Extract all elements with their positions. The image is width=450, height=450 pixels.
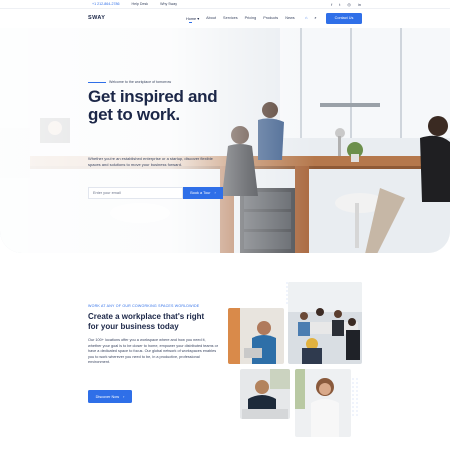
social-links: f t ◎ in <box>331 2 361 7</box>
photo-team-meeting <box>288 282 362 364</box>
arrow-right-icon: › <box>123 394 125 399</box>
photo-woman-smiling <box>295 369 351 437</box>
top-utility-bar: +1 212-864-2786 Help Desk Why Sway f t ◎… <box>0 0 450 9</box>
nav-item-products[interactable]: Products <box>263 16 278 21</box>
twitter-icon[interactable]: t <box>339 2 340 7</box>
photo-man-laptop <box>228 308 284 364</box>
why-sway-link[interactable]: Why Sway <box>160 2 177 6</box>
nav-item-pricing[interactable]: Pricing <box>245 16 257 21</box>
email-input[interactable]: Enter your email <box>88 187 183 199</box>
linkedin-icon[interactable]: in <box>358 2 361 7</box>
nav-item-home[interactable]: Home ▾ <box>186 16 200 24</box>
logo[interactable]: SWAY <box>88 15 105 21</box>
book-a-tour-label: Book a Tour <box>190 191 211 195</box>
chevron-down-icon: ▾ <box>197 17 200 21</box>
book-a-tour-button[interactable]: Book a Tour › <box>183 187 223 199</box>
hero-title: Get inspired and get to work. <box>88 87 218 124</box>
phone-link[interactable]: +1 212-864-2786 <box>92 2 119 6</box>
help-desk-link[interactable]: Help Desk <box>131 2 148 6</box>
section-body: Our 100+ locations offer you a workspace… <box>88 338 219 365</box>
photo-man-phone <box>240 369 290 419</box>
discover-now-button[interactable]: Discover Now › <box>88 390 132 403</box>
utility-links: +1 212-864-2786 Help Desk Why Sway <box>92 2 177 6</box>
nav-item-about[interactable]: About <box>206 16 216 21</box>
contact-us-button[interactable]: Contact Us <box>326 12 362 24</box>
facebook-icon[interactable]: f <box>331 2 332 7</box>
section-title: Create a workplace that's right for your… <box>88 312 205 331</box>
arrow-right-icon: › <box>214 191 216 195</box>
nav-item-news[interactable]: News <box>285 16 295 21</box>
main-nav: SWAY Home ▾ About Services Pricing Produ… <box>0 9 450 28</box>
discover-now-label: Discover Now <box>95 394 120 399</box>
nav-icons: ⌂ ⌕ <box>305 15 317 20</box>
nav-item-services[interactable]: Services <box>223 16 238 21</box>
nav-item-home-label: Home <box>186 17 197 21</box>
nav-menu: Home ▾ About Services Pricing Products N… <box>186 16 295 24</box>
section-kicker: WORK AT ANY OF OUR COWORKING SPACES WORL… <box>88 304 200 308</box>
search-icon[interactable]: ⌕ <box>314 15 316 20</box>
hero-subtitle: Whether you're an established enterprise… <box>88 156 213 167</box>
instagram-icon[interactable]: ◎ <box>347 2 351 7</box>
page: +1 212-864-2786 Help Desk Why Sway f t ◎… <box>0 0 450 450</box>
cart-icon[interactable]: ⌂ <box>305 15 307 20</box>
hero-overlay <box>0 28 450 253</box>
hero-section: Welcome to the workplace of tomorrow Get… <box>0 28 450 253</box>
hero-eyebrow: Welcome to the workplace of tomorrow <box>88 80 171 84</box>
